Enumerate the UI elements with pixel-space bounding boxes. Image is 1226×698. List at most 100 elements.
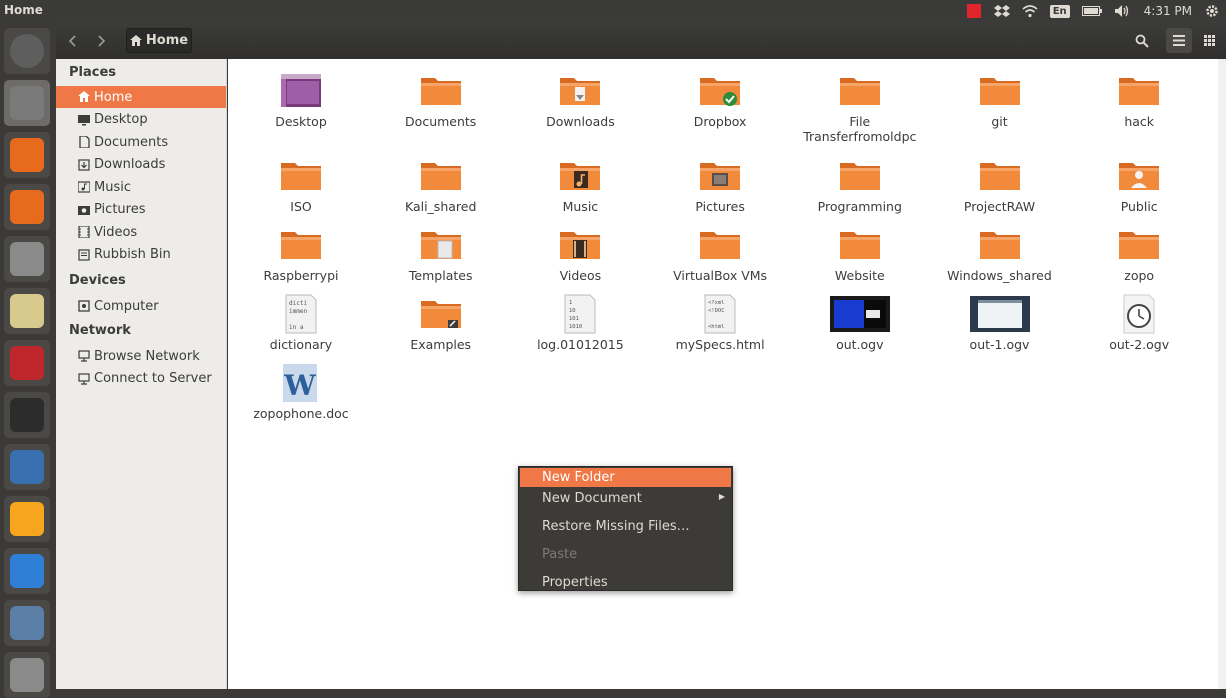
breadcrumb-home-button[interactable]: Home [126,28,192,53]
file-name: out-1.ogv [969,337,1030,352]
file-item[interactable]: Public [1074,156,1204,214]
sidebar-item-music[interactable]: Music [56,176,226,198]
launcher-item[interactable] [4,80,50,126]
sidebar-item-label: Pictures [94,202,146,217]
rhythmbox-icon [10,294,44,328]
file-item[interactable]: Dropbox [655,71,785,129]
clock-indicator[interactable]: 4:31 PM [1144,4,1192,18]
folder-icon [418,225,464,265]
launcher-item[interactable] [4,132,50,178]
scrollbar[interactable] [1218,59,1226,689]
list-view-icon [1173,35,1185,46]
file-item[interactable]: ProjectRAW [935,156,1065,214]
launcher-item[interactable] [4,236,50,282]
file-item[interactable]: <?xml <!DOC <html mySpecs.html [655,294,785,352]
breadcrumb-label: Home [145,33,189,48]
sidebar-item-browse-network[interactable]: Browse Network [56,345,226,367]
grid-view-button[interactable] [1196,28,1222,53]
system-settings-icon [10,242,44,276]
file-item[interactable]: 1 10 101 1010 log.01012015 [515,294,645,352]
search-button[interactable] [1128,28,1156,53]
file-item[interactable]: Website [795,225,925,283]
launcher-item[interactable] [4,288,50,334]
svg-text:in a: in a [289,324,304,331]
file-name: Examples [410,337,472,352]
launcher-item[interactable] [4,652,50,698]
launcher-item[interactable] [4,392,50,438]
menu-item-restore-missing-files[interactable]: Restore Missing Files… [520,515,731,537]
launcher-item[interactable] [4,28,50,74]
file-item[interactable]: Documents [376,71,506,129]
firefox-icon [10,138,44,172]
file-name: hack [1124,114,1155,129]
sidebar-item-label: Computer [94,298,159,314]
sidebar-item-home[interactable]: Home [56,86,226,108]
list-view-button[interactable] [1166,28,1192,53]
sidebar-item-desktop[interactable]: Desktop [56,109,226,131]
volume-icon[interactable] [1114,4,1132,18]
ubuntu-dash-icon [10,34,44,68]
launcher-item[interactable] [4,444,50,490]
file-item[interactable]: Templates [376,225,506,283]
back-button[interactable] [62,28,84,53]
sidebar-item-connect-to-server[interactable]: Connect to Server [56,368,226,390]
record-indicator-icon[interactable] [966,3,982,19]
file-name: zopo [1124,268,1155,283]
menu-item-new-document[interactable]: New Document ▶ [520,487,731,509]
app-icon [10,606,44,640]
file-item[interactable]: File Transferfromoldpc [795,71,925,144]
file-item[interactable]: Music [515,156,645,214]
wifi-icon[interactable] [1022,4,1038,18]
trash-icon [78,248,90,261]
sidebar-item-pictures[interactable]: Pictures [56,199,226,221]
sidebar-item-downloads[interactable]: Downloads [56,154,226,176]
file-item[interactable]: zopo [1074,225,1204,283]
folder-icon [418,71,464,111]
file-item[interactable]: Wzopophone.doc [236,363,366,421]
file-name: dictionary [269,337,333,352]
file-name: Kali_shared [404,199,477,214]
file-item[interactable]: Pictures [655,156,785,214]
sidebar-item-rubbish-bin[interactable]: Rubbish Bin [56,244,226,266]
launcher-item[interactable] [4,184,50,230]
dropbox-indicator-icon[interactable] [993,4,1010,18]
file-item[interactable]: VirtualBox VMs [655,225,785,283]
file-item[interactable]: git [935,71,1065,129]
file-item[interactable]: ISO [236,156,366,214]
launcher-item[interactable] [4,600,50,646]
downloads-icon [78,158,90,171]
menu-item-new-folder[interactable]: New Folder [520,468,731,487]
battery-icon[interactable] [1081,5,1102,17]
file-name: Videos [559,268,602,283]
launcher-item[interactable] [4,548,50,594]
file-name: Windows_shared [947,268,1052,283]
file-item[interactable]: Desktop [236,71,366,129]
file-item[interactable]: Examples [376,294,506,352]
sidebar-item-documents[interactable]: Documents [56,131,226,153]
file-item[interactable]: Kali_shared [376,156,506,214]
sidebar-item-label: Rubbish Bin [94,247,171,262]
file-item[interactable]: Downloads [515,71,645,129]
file-icon: 1 10 101 1010 [557,294,603,334]
sidebar-item-videos[interactable]: Videos [56,221,226,243]
launcher-item[interactable] [4,340,50,386]
file-item[interactable]: out.ogv [795,294,925,352]
sidebar-item-computer[interactable]: Computer [56,295,226,317]
session-gear-icon[interactable] [1204,3,1220,19]
file-item[interactable]: out-2.ogv [1074,294,1204,352]
launcher-item[interactable] [4,496,50,542]
file-item[interactable]: dicti immen in a dictionary [236,294,366,352]
file-name: git [991,114,1008,129]
file-item[interactable]: Raspberrypi [236,225,366,283]
file-item[interactable]: Videos [515,225,645,283]
file-item[interactable]: Programming [795,156,925,214]
file-item[interactable]: hack [1074,71,1204,129]
forward-button[interactable] [90,28,112,53]
file-item[interactable]: Windows_shared [935,225,1065,283]
file-view[interactable]: Desktop Documents Downloads Dropbox File Tran… [228,59,1218,689]
menu-item-properties[interactable]: Properties [520,571,731,593]
keyboard-layout-indicator[interactable]: En [1049,4,1070,18]
file-name: Programming [817,199,902,214]
file-item[interactable]: out-1.ogv [935,294,1065,352]
file-name: File Transferfromoldpc [803,114,917,144]
